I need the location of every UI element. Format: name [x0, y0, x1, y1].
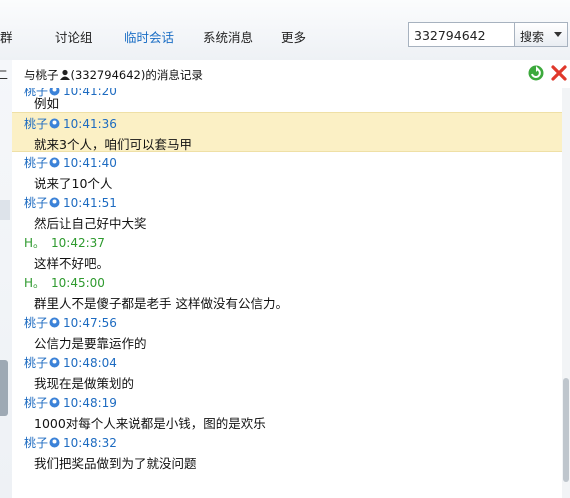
message-time: 10:45:00 [51, 276, 105, 290]
message-text: 公信力是要靠运作的 [34, 336, 147, 351]
search-button-label: 搜索 [520, 30, 545, 44]
message-time: 10:48:04 [63, 356, 117, 370]
history-title-suffix: (332794642)的消息记录 [70, 68, 203, 82]
message-meta: 桃子 10:41:36 [24, 115, 117, 132]
tab-groups[interactable]: 群 [0, 27, 13, 46]
message-item: 桃子 10:48:04 我现在是做策划的 [12, 352, 562, 392]
message-meta: H。 10:45:00 [24, 274, 105, 291]
qq-penguin-icon [49, 118, 60, 129]
qq-penguin-icon [49, 157, 60, 168]
message-sender: 桃子 [24, 117, 49, 131]
message-text: 1000对每个人来说都是小钱，图的是欢乐 [34, 416, 266, 431]
history-title-prefix: 与桃子 [24, 68, 59, 82]
tab-discussions[interactable]: 讨论组 [55, 27, 93, 46]
left-strip-scroll-thumb[interactable] [0, 360, 8, 416]
message-meta: 桃子 10:41:40 [24, 154, 117, 171]
qq-user-icon [59, 69, 70, 80]
message-text: 例如 [34, 96, 60, 111]
message-text: 然后让自己好中大奖 [34, 216, 147, 231]
message-item: H。 10:42:37 这样不好吧。 [12, 232, 562, 272]
message-item-selected[interactable]: 桃子 10:41:36 就来3个人，咱们可以套马甲 [12, 112, 562, 152]
left-panel-strip: 二 [0, 60, 12, 498]
message-sender: H。 [24, 236, 46, 250]
message-time: 10:47:56 [63, 316, 117, 330]
message-text: 说来了10个人 [34, 176, 113, 191]
message-sender: 桃子 [24, 196, 49, 210]
message-scrollbar[interactable] [562, 88, 570, 498]
message-text: 这样不好吧。 [34, 256, 110, 271]
message-item: 桃子 10:48:19 1000对每个人来说都是小钱，图的是欢乐 [12, 392, 562, 432]
message-item: 桃子 10:41:40 说来了10个人 [12, 152, 562, 192]
search-button[interactable]: 搜索 [515, 22, 568, 47]
message-text: 我现在是做策划的 [34, 376, 135, 391]
message-meta: 桃子 10:47:56 [24, 314, 117, 331]
message-meta: H。 10:42:37 [24, 234, 105, 251]
message-meta: 桃子 10:41:51 [24, 194, 117, 211]
message-time: 10:41:20 [63, 88, 117, 98]
message-time: 10:41:51 [63, 196, 117, 210]
message-meta: 桃子 10:48:32 [24, 434, 117, 451]
close-icon[interactable] [550, 64, 568, 82]
tab-system-messages[interactable]: 系统消息 [203, 27, 253, 46]
top-tab-bar: 群 讨论组 临时会话 系统消息 更多 搜索 [0, 0, 570, 60]
scrollbar-thumb[interactable] [563, 378, 569, 482]
message-sender: 桃子 [24, 316, 49, 330]
message-time: 10:42:37 [51, 236, 105, 250]
message-time: 10:41:40 [63, 156, 117, 170]
left-edge-text: 二 [0, 68, 9, 82]
search-input[interactable] [408, 22, 515, 47]
message-sender: 桃子 [24, 396, 49, 410]
history-title: 与桃子 (332794642)的消息记录 [24, 67, 203, 83]
message-item: 桃子 10:41:20 例如 [12, 88, 562, 112]
message-sender: 桃子 [24, 356, 49, 370]
qq-penguin-icon [49, 357, 60, 368]
tab-temp-sessions[interactable]: 临时会话 [124, 27, 174, 46]
qq-penguin-icon [49, 397, 60, 408]
message-text: 就来3个人，咱们可以套马甲 [34, 137, 192, 152]
tab-more[interactable]: 更多 [281, 27, 306, 46]
message-item: 桃子 10:41:51 然后让自己好中大奖 [12, 192, 562, 232]
message-meta: 桃子 10:48:19 [24, 394, 117, 411]
message-text: 群里人不是傻子都是老手 这样做没有公信力。 [34, 296, 288, 311]
message-sender: H。 [24, 276, 46, 290]
history-panel-header: 与桃子 (332794642)的消息记录 [12, 60, 570, 88]
message-item: H。 10:45:00 群里人不是傻子都是老手 这样做没有公信力。 [12, 272, 562, 312]
message-time: 10:41:36 [63, 117, 117, 131]
message-time: 10:48:19 [63, 396, 117, 410]
message-item: 桃子 10:47:56 公信力是要靠运作的 [12, 312, 562, 352]
message-meta: 桃子 10:48:04 [24, 354, 117, 371]
chevron-down-icon [554, 32, 562, 37]
message-list: 桃子 10:41:20 例如 桃子 10:41:36 就来3个人，咱们可以套马甲 桃… [12, 88, 562, 498]
message-sender: 桃子 [24, 156, 49, 170]
left-strip-block [0, 200, 10, 220]
qq-penguin-icon [49, 317, 60, 328]
message-item: 桃子 10:48:32 我们把奖品做到为了就没问题 [12, 432, 562, 472]
message-text: 我们把奖品做到为了就没问题 [34, 456, 197, 471]
refresh-icon[interactable] [527, 64, 545, 82]
qq-penguin-icon [49, 197, 60, 208]
message-sender: 桃子 [24, 436, 49, 450]
message-time: 10:48:32 [63, 436, 117, 450]
qq-penguin-icon [49, 437, 60, 448]
